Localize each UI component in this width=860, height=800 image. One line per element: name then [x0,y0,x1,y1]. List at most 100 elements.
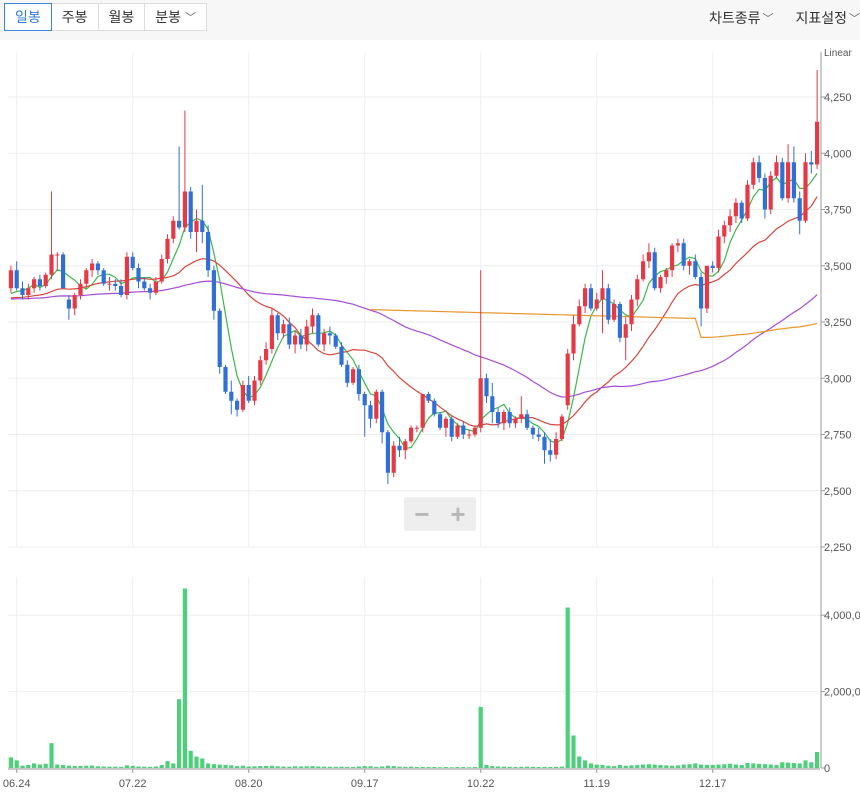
volume-bar [606,765,611,768]
candle-body [194,220,199,232]
candle-body [774,162,779,176]
y-tick-label: 4,250 [824,92,852,104]
volume-bar [113,766,118,768]
candle-body [43,274,48,286]
candle-body [577,306,582,325]
candle-body [559,416,564,439]
candle-body [797,198,802,221]
period-tab[interactable]: 월봉 [97,3,146,31]
candle-body [37,279,42,286]
volume-bar [670,765,675,768]
candle-body [49,254,54,275]
zoom-in-button[interactable]: + [450,501,465,527]
chart-type-menu[interactable]: 차트종류 ﹀ [709,8,774,28]
zoom-out-button[interactable]: − [414,501,429,527]
volume-bar [809,762,814,768]
volume-bar [675,765,680,768]
candle-body [182,191,187,228]
candle-body [165,238,170,259]
candle-body [780,162,785,199]
candle [559,414,564,442]
volume-bar [762,764,767,768]
candle-body [113,283,118,286]
candle-body [467,434,472,436]
volume-bar [414,767,419,768]
candle [455,423,460,439]
volume-bar [438,767,443,768]
chart-toolbar: 일봉 주봉 월봉 분봉 ﹀ 차트종류 ﹀ 지표설정 ﹀ [0,0,860,40]
volume-bar [322,766,327,768]
volume-bar [559,766,564,768]
volume-bar [577,756,582,768]
y-tick-label: 4,000 [824,148,852,160]
candle-body [240,385,245,410]
volume-bar [757,763,762,768]
chart-menu: 차트종류 ﹀ 지표설정 ﹀ [709,8,860,28]
candle-body [333,335,338,347]
candle [124,252,129,300]
candle-body [90,263,95,271]
volume-bar [310,766,315,768]
period-tab-label: 일봉 [15,9,41,25]
candle-body [374,391,379,419]
y-tick-label: 3,000 [824,373,852,385]
volume-bar [409,766,414,768]
candle-body [235,400,240,410]
volume-bar [432,767,437,768]
candle-body [507,412,512,424]
candle-body [61,254,66,289]
candle-body [675,243,680,246]
volume-bar [496,766,501,768]
period-tab[interactable]: 일봉 [4,3,52,31]
candle [565,349,570,410]
volume-bar [443,767,448,768]
candle [768,171,773,214]
candle [432,398,437,417]
volume-bar [768,764,773,768]
candle [217,308,222,374]
candle [438,412,443,430]
period-tab[interactable]: 분봉 ﹀ [144,3,208,31]
stock-chart[interactable]: Linear 4,250 4,000 3,750 3,500 3,250 3,000 2,75… [0,40,860,800]
y-tick-label: 3,250 [824,317,852,329]
volume-bar [519,766,524,768]
volume-bar [206,763,211,768]
candle-body [95,263,100,271]
volume-bar [159,764,164,768]
volume-bar [153,766,158,768]
candle-body [478,378,483,428]
candle-body [629,299,634,325]
indicator-settings-menu[interactable]: 지표설정 ﹀ [795,8,860,28]
candle [316,313,321,347]
volume-bar [43,763,48,768]
candle [745,180,750,221]
candle-body [745,184,750,219]
candle-body [681,243,686,266]
candle-body [420,394,425,428]
volume-bar [55,764,60,768]
volume-bar [8,757,13,768]
volume-bar [751,763,756,768]
candle-body [26,288,31,295]
candle-body [728,216,733,226]
candle-body [304,326,309,345]
candle-body [664,270,669,277]
volume-bar [507,766,512,768]
period-tab[interactable]: 주봉 [50,3,99,31]
volume-bar [26,764,31,768]
candle-body [136,268,141,282]
candle-body [287,324,292,345]
candle [681,238,686,271]
x-tick-label: 09.17 [351,778,379,790]
candle-body [264,349,269,361]
candle-body [403,441,408,451]
volume-bar [490,766,495,768]
candle [617,301,622,343]
volume-bar [269,765,274,768]
candle-body [687,261,692,266]
candle-body [426,394,431,401]
candle-body [177,220,182,228]
candle-body [600,288,605,300]
volume-bar [136,766,141,768]
volume-bar [803,760,808,768]
